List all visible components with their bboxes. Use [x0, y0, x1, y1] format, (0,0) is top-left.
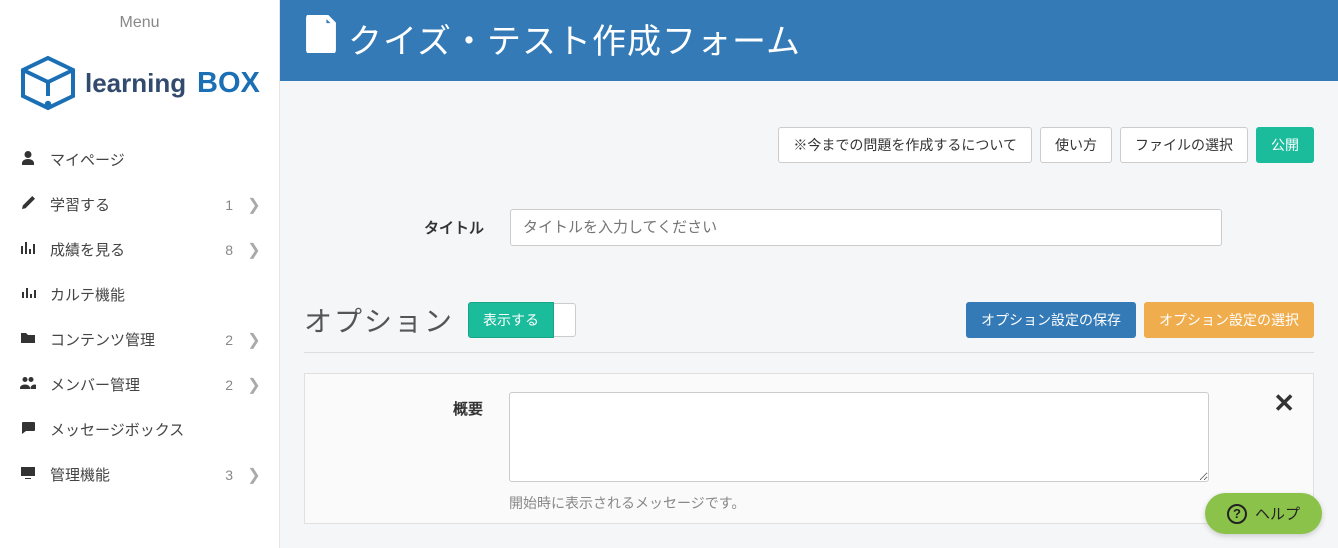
- toggle-handle[interactable]: [554, 303, 576, 337]
- sidebar-item-4[interactable]: コンテンツ管理2 ❯: [0, 317, 279, 362]
- sidebar-item-badge: 3: [221, 467, 233, 483]
- sidebar-item-2[interactable]: 成績を見る8 ❯: [0, 227, 279, 272]
- title-input[interactable]: [510, 209, 1222, 246]
- sidebar-item-label: メンバー管理: [50, 374, 221, 395]
- sidebar-item-label: 成績を見る: [50, 239, 221, 260]
- publish-button[interactable]: 公開: [1256, 127, 1314, 163]
- page-header: クイズ・テスト作成フォーム: [280, 0, 1338, 81]
- sidebar-item-badge: 2: [221, 332, 233, 348]
- option-heading: オプション: [304, 300, 454, 340]
- sidebar-item-label: マイページ: [50, 149, 221, 170]
- sidebar-item-0[interactable]: マイページ: [0, 137, 279, 182]
- document-icon: [304, 15, 338, 62]
- chevron-right-icon: ❯: [247, 240, 261, 260]
- chevron-right-icon: ❯: [247, 195, 261, 215]
- sidebar-item-5[interactable]: メンバー管理2 ❯: [0, 362, 279, 407]
- svg-text:learning: learning: [85, 68, 186, 98]
- sidebar-item-label: 管理機能: [50, 464, 221, 485]
- users-icon: [18, 375, 38, 395]
- chart-icon: [18, 240, 38, 260]
- page-title: クイズ・テスト作成フォーム: [348, 14, 801, 63]
- howto-button[interactable]: 使い方: [1040, 127, 1112, 163]
- nav: マイページ学習する1❯成績を見る8❯カルテ機能コンテンツ管理2❯メンバー管理2❯…: [0, 137, 279, 497]
- stats-icon: [18, 285, 38, 305]
- sidebar-item-3[interactable]: カルテ機能: [0, 272, 279, 317]
- sidebar-item-label: カルテ機能: [50, 284, 221, 305]
- summary-textarea[interactable]: [509, 392, 1209, 482]
- toggle-show-button[interactable]: 表示する: [468, 302, 554, 338]
- chevron-right-icon: ❯: [247, 465, 261, 485]
- pencil-icon: [18, 195, 38, 215]
- sidebar: Menu learning BOX マイページ学習する1 ❯ 成績を見る8 ❯ カルテ機…: [0, 0, 280, 548]
- user-icon: [18, 150, 38, 170]
- option-save-button[interactable]: オプション設定の保存: [966, 302, 1136, 338]
- title-label: タイトル: [374, 217, 484, 238]
- file-select-button[interactable]: ファイルの選択: [1120, 127, 1248, 163]
- sidebar-item-label: コンテンツ管理: [50, 329, 221, 350]
- main: クイズ・テスト作成フォーム ※今までの問題を作成するについて 使い方 ファイルの…: [280, 0, 1338, 548]
- sidebar-item-1[interactable]: 学習する1 ❯: [0, 182, 279, 227]
- help-label: ヘルプ: [1255, 503, 1300, 524]
- option-select-button[interactable]: オプション設定の選択: [1144, 302, 1314, 338]
- option-toggle[interactable]: 表示する: [468, 302, 576, 338]
- sidebar-item-6[interactable]: メッセージボックス: [0, 407, 279, 452]
- close-icon[interactable]: ✕: [1273, 388, 1295, 419]
- sidebar-item-badge: 1: [221, 197, 233, 213]
- summary-label: 概要: [327, 392, 483, 513]
- summary-hint: 開始時に表示されるメッセージです。: [509, 493, 1209, 513]
- sidebar-item-7[interactable]: 管理機能3 ❯: [0, 452, 279, 497]
- menu-label: Menu: [0, 0, 279, 44]
- sidebar-item-label: 学習する: [50, 194, 221, 215]
- svg-text:BOX: BOX: [197, 67, 261, 99]
- option-row: オプション 表示する オプション設定の保存 オプション設定の選択: [304, 300, 1314, 353]
- sidebar-item-badge: 2: [221, 377, 233, 393]
- monitor-icon: [18, 465, 38, 485]
- sidebar-item-badge: 8: [221, 242, 233, 258]
- summary-panel: ✕ 概要 開始時に表示されるメッセージです。: [304, 373, 1314, 524]
- chevron-right-icon: ❯: [247, 375, 261, 395]
- help-button[interactable]: ? ヘルプ: [1205, 493, 1322, 534]
- sidebar-item-label: メッセージボックス: [50, 419, 221, 440]
- chat-icon: [18, 420, 38, 440]
- title-row: タイトル: [374, 209, 1314, 246]
- help-icon: ?: [1227, 504, 1247, 524]
- folder-icon: [18, 330, 38, 350]
- top-button-row: ※今までの問題を作成するについて 使い方 ファイルの選択 公開: [304, 81, 1314, 163]
- logo[interactable]: learning BOX: [0, 44, 279, 137]
- chevron-right-icon: ❯: [247, 330, 261, 350]
- about-previous-button[interactable]: ※今までの問題を作成するについて: [778, 127, 1032, 163]
